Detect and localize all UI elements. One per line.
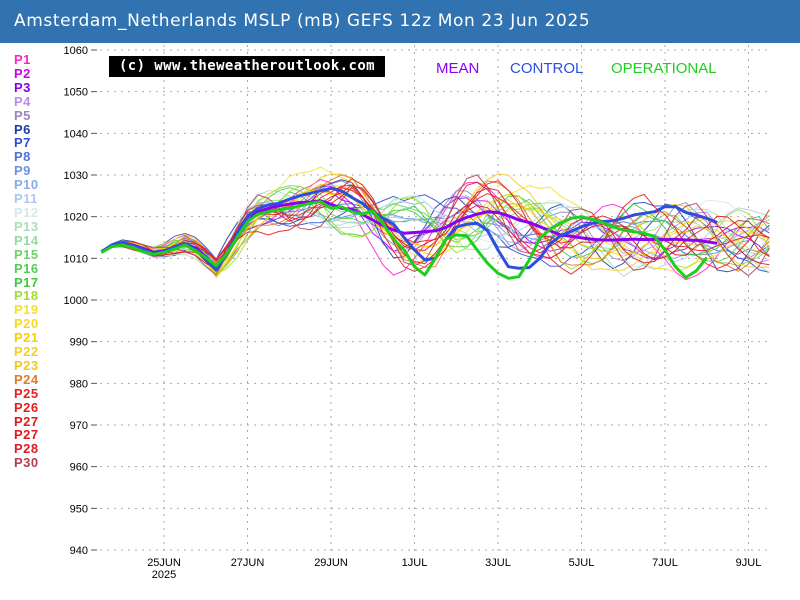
x-tick-label: 1JUL bbox=[402, 557, 428, 569]
y-tick-label: 1010 bbox=[64, 253, 88, 265]
member-label-30: P30 bbox=[14, 455, 39, 471]
member-label-7: P7 bbox=[14, 135, 31, 151]
y-tick-label: 1000 bbox=[64, 295, 88, 307]
member-lines bbox=[101, 166, 770, 281]
chart-area: 940 950 960 970 980 990 1000 1010 1020 1030 1040 10… bbox=[64, 45, 770, 581]
member-label-15: P15 bbox=[14, 246, 39, 262]
y-tick-label: 1060 bbox=[64, 45, 88, 57]
legend-control: CONTROL bbox=[510, 60, 584, 77]
member-label-10: P10 bbox=[14, 177, 39, 193]
y-tick-label: 1050 bbox=[64, 87, 88, 99]
member-label-2: P2 bbox=[14, 65, 31, 81]
x-tick-label: 5JUL bbox=[569, 557, 595, 569]
member-label-18: P18 bbox=[14, 288, 39, 304]
x-tick-label: 29JUN bbox=[314, 557, 348, 569]
member-label-6: P6 bbox=[14, 121, 31, 137]
member-label-8: P8 bbox=[14, 149, 31, 165]
member-label-1: P1 bbox=[14, 52, 31, 67]
y-tick-label: 960 bbox=[70, 462, 88, 474]
member-label-11: P11 bbox=[14, 191, 38, 207]
member-label-4: P4 bbox=[14, 93, 31, 109]
legend-mean: MEAN bbox=[436, 60, 480, 77]
member-label-3: P3 bbox=[14, 79, 31, 95]
member-label-28: P27 bbox=[14, 427, 39, 443]
member-label-26: P26 bbox=[14, 399, 39, 415]
member-label-9: P9 bbox=[14, 163, 31, 179]
y-tick-label: 970 bbox=[70, 420, 88, 432]
member-label-17: P17 bbox=[14, 274, 39, 290]
y-tick-label: 980 bbox=[70, 378, 88, 390]
y-axis: 940 950 960 970 980 990 1000 1010 1020 1030 1040 10… bbox=[64, 45, 97, 557]
y-tick-label: 1040 bbox=[64, 128, 88, 140]
member-label-13: P13 bbox=[14, 218, 39, 234]
member-label-21: P21 bbox=[14, 330, 39, 346]
y-tick-label: 990 bbox=[70, 337, 88, 349]
y-tick-label: 1030 bbox=[64, 170, 88, 182]
member-label-27: P27 bbox=[14, 413, 39, 429]
x-tick-sublabel: 2025 bbox=[152, 569, 176, 581]
member-label-24: P24 bbox=[14, 371, 39, 387]
x-tick-label: 27JUN bbox=[231, 557, 265, 569]
member-label-19: P19 bbox=[14, 302, 39, 318]
member-label-5: P5 bbox=[14, 107, 31, 123]
member-label-22: P22 bbox=[14, 344, 39, 360]
x-tick-label: 9JUL bbox=[736, 557, 762, 569]
member-legend: P1 P2 P3 P4 P5 P6 P7 P8 P9 P10 P11 P12 P13 P14 P15 P16 P… bbox=[14, 53, 59, 470]
member-label-12: P12 bbox=[14, 204, 39, 220]
x-tick-label: 25JUN bbox=[147, 557, 181, 569]
y-tick-label: 940 bbox=[70, 545, 88, 557]
x-axis: 25JUN2025 27JUN 29JUN 1JUL 3JUL 5JUL 7JUL 9JUL bbox=[147, 557, 761, 581]
member-label-29: P28 bbox=[14, 441, 39, 457]
x-tick-label: 3JUL bbox=[485, 557, 511, 569]
member-label-16: P16 bbox=[14, 260, 39, 276]
watermark: (c) www.theweatheroutlook.com bbox=[109, 56, 385, 77]
y-tick-label: 1020 bbox=[64, 212, 88, 224]
legend-operational: OPERATIONAL bbox=[611, 60, 717, 77]
member-label-23: P23 bbox=[14, 357, 39, 373]
x-tick-label: 7JUL bbox=[652, 557, 678, 569]
member-label-14: P14 bbox=[14, 232, 39, 248]
member-label-20: P20 bbox=[14, 316, 39, 332]
grid bbox=[100, 45, 770, 555]
y-tick-label: 950 bbox=[70, 503, 88, 515]
member-label-25: P25 bbox=[14, 385, 39, 401]
